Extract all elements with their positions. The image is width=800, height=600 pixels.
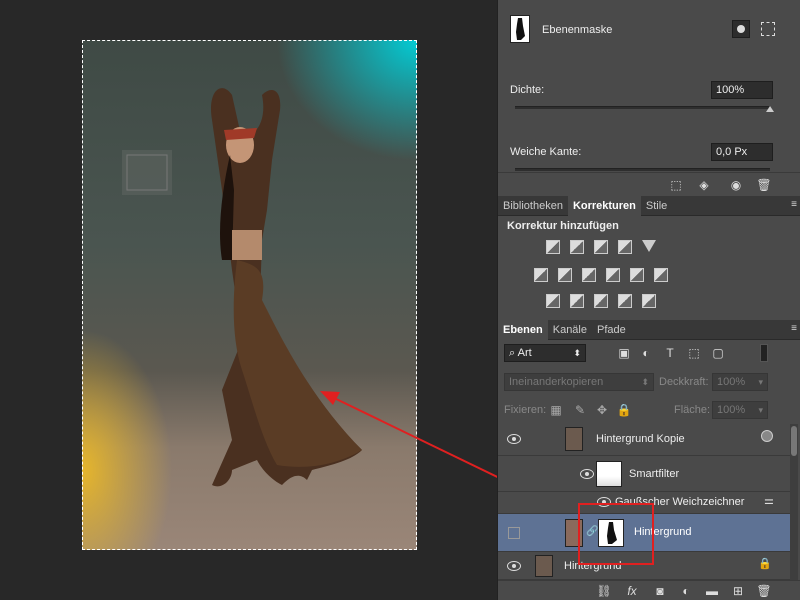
fill-label: Fläche: — [674, 404, 711, 416]
lock-move-icon[interactable]: ✥ — [594, 402, 610, 418]
tab-styles[interactable]: Stile — [641, 196, 672, 216]
adjustments-tabbar: Bibliotheken Korrekturen Stile ≡ — [498, 196, 800, 216]
tab-layers[interactable]: Ebenen — [498, 320, 548, 340]
color-lookup-icon[interactable] — [654, 268, 668, 282]
selective-color-icon[interactable] — [618, 294, 632, 308]
fx-icon[interactable]: fx — [624, 583, 640, 599]
visibility-checkbox[interactable] — [508, 527, 520, 539]
layers-menu-icon[interactable]: ≡ — [791, 323, 797, 334]
pixel-mask-button[interactable] — [732, 20, 750, 38]
invert-icon[interactable] — [546, 294, 560, 308]
hue-saturation-icon[interactable] — [534, 268, 548, 282]
trash-icon[interactable]: 🗑 — [756, 177, 772, 193]
apply-mask-icon[interactable]: ◈ — [696, 177, 712, 193]
posterize-icon[interactable] — [570, 294, 584, 308]
search-icon: ⌕ — [509, 347, 516, 359]
brightness-icon[interactable] — [546, 240, 560, 254]
mask-properties-panel: Ebenenmaske Dichte: 100% Weiche Kante: 0… — [498, 0, 800, 196]
color-balance-icon[interactable] — [558, 268, 572, 282]
layer-row-smartfilter[interactable]: Smartfilter — [498, 456, 790, 492]
density-slider[interactable] — [515, 106, 770, 109]
new-layer-icon[interactable]: ⊞ — [730, 583, 746, 599]
delete-layer-icon[interactable]: 🗑 — [756, 583, 772, 599]
new-group-icon[interactable]: ▬ — [704, 583, 720, 599]
chevron-down-icon: ▾ — [758, 405, 763, 415]
tab-channels[interactable]: Kanäle — [548, 320, 592, 340]
pixel-filter-icon[interactable]: ▣ — [616, 345, 632, 361]
tab-paths[interactable]: Pfade — [592, 320, 631, 340]
layers-footer: ⛓ fx ◙ ◐ ▬ ⊞ 🗑 — [498, 580, 800, 600]
gradient-map-icon[interactable] — [642, 294, 656, 308]
feather-label: Weiche Kante: — [510, 146, 582, 158]
tab-libraries[interactable]: Bibliotheken — [498, 196, 568, 216]
blend-mode-value: Ineinanderkopieren — [509, 376, 604, 388]
exposure-icon[interactable] — [618, 240, 632, 254]
lock-transparent-icon[interactable]: ▦ — [548, 402, 564, 418]
document-canvas[interactable] — [0, 0, 579, 600]
eye-icon[interactable] — [580, 469, 594, 479]
layer-filter-select[interactable]: ⌕ Art ⬍ — [504, 344, 586, 362]
fill-field[interactable]: 100% ▾ — [712, 401, 768, 419]
load-selection-icon[interactable]: ⬚ — [668, 177, 684, 193]
layer-name[interactable]: Hintergrund Kopie — [596, 433, 685, 445]
chevron-down-icon: ▾ — [758, 377, 763, 387]
smartobject-filter-icon[interactable]: ▢ — [710, 345, 726, 361]
visibility-icon[interactable]: ◉ — [728, 177, 744, 193]
threshold-icon[interactable] — [594, 294, 608, 308]
layers-tabbar: Ebenen Kanäle Pfade ≡ — [498, 320, 800, 340]
chevron-down-icon: ⬍ — [573, 348, 581, 358]
link-layers-icon[interactable]: ⛓ — [596, 583, 612, 599]
levels-icon[interactable] — [570, 240, 584, 254]
smart-object-icon — [761, 430, 773, 442]
feather-field[interactable]: 0,0 Px — [711, 143, 773, 161]
add-mask-icon[interactable]: ◙ — [652, 583, 668, 599]
blend-mode-select[interactable]: Ineinanderkopieren ⬍ — [504, 373, 654, 391]
mask-thumbnail — [510, 15, 530, 43]
layer-thumbnail — [535, 555, 553, 577]
layer-row-hintergrund-kopie[interactable]: Hintergrund Kopie — [498, 422, 790, 456]
filter-toggle[interactable] — [760, 344, 768, 362]
new-adjustment-icon[interactable]: ◐ — [678, 583, 694, 599]
fill-value: 100% — [717, 404, 746, 416]
vector-mask-button[interactable] — [761, 22, 775, 36]
layers-scrollbar[interactable] — [790, 424, 798, 582]
density-field[interactable]: 100% — [711, 81, 773, 99]
filter-kind-value: Art — [517, 347, 532, 359]
type-filter-icon[interactable]: T — [662, 345, 678, 361]
mask-footer: ⬚ ◈ ◉ 🗑 — [498, 172, 800, 196]
smartfilter-mask-thumbnail — [596, 461, 622, 487]
curves-icon[interactable] — [594, 240, 608, 254]
layer-name[interactable]: Smartfilter — [629, 468, 679, 480]
layer-thumbnail — [565, 427, 583, 451]
adjustments-panel: Korrektur hinzufügen — [498, 216, 800, 318]
density-slider-handle[interactable] — [766, 106, 774, 112]
photo-filter-icon[interactable] — [606, 268, 620, 282]
mask-title: Ebenenmaske — [542, 24, 613, 36]
filter-options-icon[interactable]: ⚌ — [764, 494, 774, 507]
opacity-label: Deckkraft: — [659, 376, 709, 388]
density-label: Dichte: — [510, 84, 545, 96]
shape-filter-icon[interactable]: ⬚ — [686, 345, 702, 361]
vibrance-icon[interactable] — [642, 240, 656, 252]
annotation-highlight-box — [578, 503, 654, 565]
lock-label: Fixieren: — [504, 404, 547, 416]
lock-paint-icon[interactable]: ✎ — [572, 402, 588, 418]
adjustment-filter-icon[interactable]: ◐ — [638, 345, 654, 361]
lock-all-icon[interactable]: 🔒 — [616, 402, 632, 418]
opacity-value: 100% — [717, 376, 746, 388]
black-white-icon[interactable] — [582, 268, 596, 282]
tab-adjustments[interactable]: Korrekturen — [567, 196, 641, 216]
channel-mixer-icon[interactable] — [630, 268, 644, 282]
adjustments-title: Korrektur hinzufügen — [507, 220, 619, 232]
opacity-field[interactable]: 100% ▾ — [712, 373, 768, 391]
panel-menu-icon[interactable]: ≡ — [791, 199, 797, 210]
eye-icon[interactable] — [507, 561, 521, 571]
feather-slider[interactable] — [515, 168, 770, 171]
lock-icon: 🔒 — [758, 558, 772, 570]
right-panels: Ebenenmaske Dichte: 100% Weiche Kante: 0… — [497, 0, 800, 600]
chevron-down-icon: ⬍ — [641, 377, 649, 387]
eye-icon[interactable] — [507, 434, 521, 444]
